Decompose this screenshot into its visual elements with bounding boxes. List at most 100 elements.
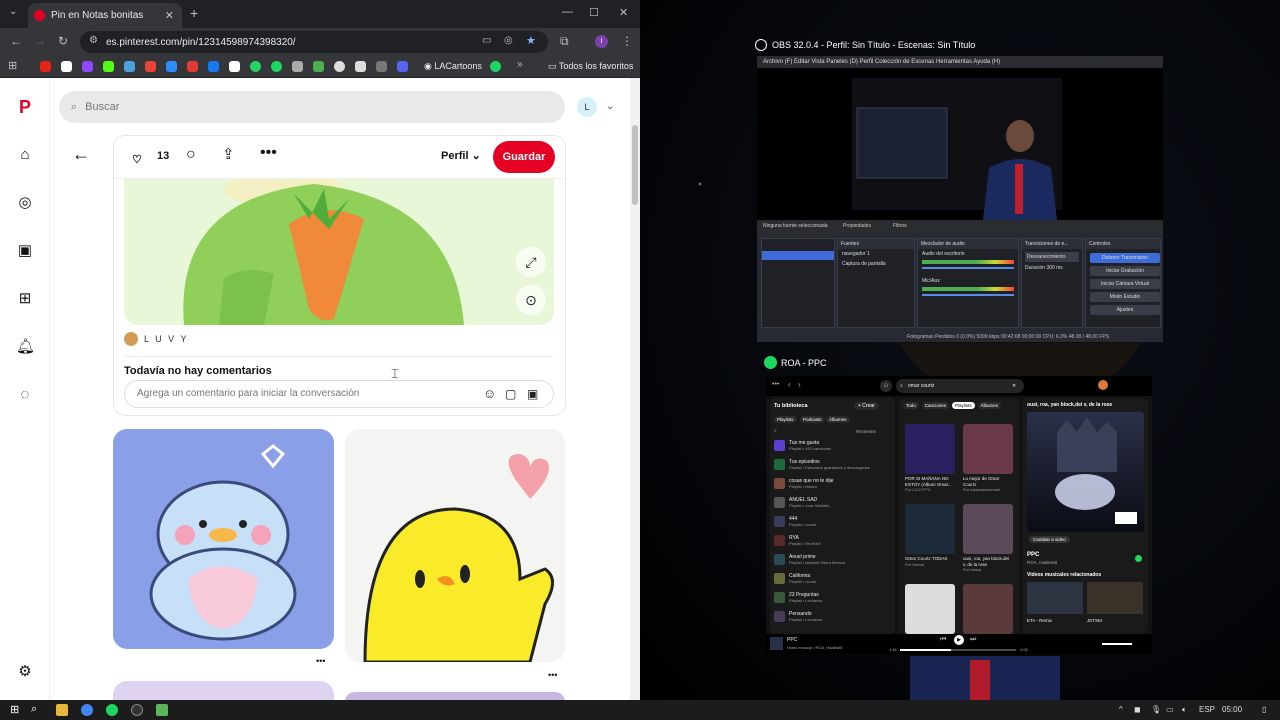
new-tab-icon[interactable]: +: [190, 5, 198, 21]
tiktok-bookmark-icon[interactable]: [229, 61, 240, 72]
clock[interactable]: 05:00: [1222, 705, 1242, 714]
tray-app-icon[interactable]: ◼: [1134, 705, 1141, 714]
tray-overflow-icon[interactable]: ^: [1119, 705, 1123, 714]
results-tab[interactable]: Canciones: [921, 402, 950, 409]
start-recording-button[interactable]: Iniciar Grabación: [1090, 266, 1160, 276]
comment-icon[interactable]: ○: [186, 146, 196, 164]
account-chevron-icon[interactable]: ⌄: [606, 101, 614, 112]
spotify-bookmark-icon[interactable]: [271, 61, 282, 72]
spotify-taskbar-icon[interactable]: [106, 704, 118, 716]
sticker-icon[interactable]: ▢: [505, 381, 516, 407]
bookmark-icon[interactable]: [376, 61, 387, 72]
obs-preview[interactable]: [757, 68, 1163, 220]
related-pin-chick[interactable]: [345, 429, 565, 662]
scene-item[interactable]: [762, 262, 834, 271]
youtube-bookmark-icon[interactable]: [40, 61, 51, 72]
related-pin-penguin[interactable]: [113, 429, 334, 649]
related-pin[interactable]: [113, 681, 334, 700]
volume-slider[interactable]: [922, 267, 1014, 269]
emoji-icon[interactable]: ☺: [483, 381, 496, 407]
file-explorer-icon[interactable]: [56, 704, 68, 716]
playlist-card[interactable]: Lo mejor de Omar Courtz Por lukasdavimema…: [963, 424, 1013, 492]
filter-chip[interactable]: Podcasts: [800, 416, 825, 423]
bookmark-icon[interactable]: [355, 61, 366, 72]
library-item[interactable]: cosas que no te dije Playlist • Maxzo: [774, 478, 833, 489]
whatsapp-bookmark-icon[interactable]: [250, 61, 261, 72]
tab-active[interactable]: Pin en Notas bonitas ✕: [28, 3, 182, 28]
saved-check-icon[interactable]: [1135, 555, 1142, 562]
bookmark-icon[interactable]: [166, 61, 177, 72]
pinterest-logo-icon[interactable]: P: [16, 98, 34, 116]
avatar[interactable]: L: [577, 97, 597, 117]
virtual-camera-button[interactable]: Iniciar Cámara Virtual: [1090, 279, 1160, 289]
like-heart-icon[interactable]: ♡: [132, 153, 142, 166]
creator[interactable]: L U V Y: [124, 332, 189, 346]
start-windows-icon[interactable]: ⊞: [10, 703, 19, 716]
scrollbar-thumb[interactable]: [632, 125, 638, 205]
microphone-icon[interactable]: 🎙︎: [1151, 705, 1161, 714]
playlist-card[interactable]: [963, 584, 1013, 636]
explore-icon[interactable]: ◎: [16, 194, 34, 212]
related-video-thumb[interactable]: [1027, 582, 1083, 614]
switch-to-video-button[interactable]: Cambiar a video: [1029, 536, 1070, 543]
library-item[interactable]: 444 Playlist • ocean: [774, 516, 816, 527]
apps-icon[interactable]: ⊞: [8, 59, 17, 72]
notifications-icon[interactable]: 🔔︎: [16, 338, 35, 356]
volume-slider[interactable]: [1102, 643, 1132, 645]
sort-label[interactable]: Recientes: [856, 429, 876, 434]
spotify-search-input[interactable]: ⌕ omar courtz ✕: [896, 379, 1024, 393]
library-item[interactable]: Tus me gusta Playlist • 493 canciones: [774, 440, 831, 451]
user-avatar[interactable]: [1098, 380, 1108, 390]
volume-slider[interactable]: [922, 294, 1014, 296]
library-item[interactable]: Anuel prime Playlist • Isabella Sierra At…: [774, 554, 845, 565]
pin-more-icon[interactable]: •••: [316, 656, 325, 666]
play-pause-icon[interactable]: ▶: [954, 635, 964, 645]
stop-stream-button[interactable]: Detener Transmisión: [1090, 253, 1160, 263]
messages-icon[interactable]: ◌: [16, 386, 34, 404]
window-close-icon[interactable]: ✕: [619, 6, 628, 19]
bookmark-icon[interactable]: [124, 61, 135, 72]
create-icon[interactable]: ⊞: [16, 290, 34, 308]
tab-close-icon[interactable]: ✕: [165, 9, 174, 22]
library-item[interactable]: 23 Preguntas Playlist • Lechavez: [774, 592, 822, 603]
scene-item-selected[interactable]: [762, 251, 834, 260]
next-icon[interactable]: ⏭: [970, 636, 976, 644]
url-field[interactable]: ⚙ es.pinterest.com/pin/12314598974398320…: [80, 31, 548, 53]
save-button[interactable]: Guardar: [493, 141, 555, 173]
network-icon[interactable]: ▭: [1166, 705, 1174, 714]
progress-track[interactable]: [900, 649, 1016, 651]
tracking-icon[interactable]: ◎: [504, 35, 513, 46]
comment-input[interactable]: Agrega un comentario para iniciar la con…: [124, 380, 554, 408]
notification-icon[interactable]: ▯: [1262, 705, 1266, 714]
lacartoons-bookmark[interactable]: ◉ LACartoons: [424, 61, 482, 72]
visual-search-icon[interactable]: ⊙: [516, 285, 546, 315]
volume-icon[interactable]: 🔈︎: [1182, 705, 1187, 715]
twitch-bookmark-icon[interactable]: [82, 61, 93, 72]
more-options-icon[interactable]: •••: [260, 144, 277, 162]
results-tab[interactable]: Todo: [903, 402, 919, 409]
all-bookmarks[interactable]: ▭ Todos los favoritos: [548, 61, 633, 72]
bookmark-icon[interactable]: [313, 61, 324, 72]
reload-icon[interactable]: ↻: [58, 34, 68, 48]
properties-button[interactable]: Propiedades: [843, 223, 871, 229]
home-icon[interactable]: ⌂: [16, 146, 34, 164]
settings-icon[interactable]: ⚙: [16, 663, 34, 681]
minimize-icon[interactable]: —: [562, 6, 573, 18]
clear-search-icon[interactable]: ✕: [1012, 379, 1016, 393]
back-icon[interactable]: ←: [10, 34, 22, 48]
kick-bookmark-icon[interactable]: [103, 61, 114, 72]
back-arrow-icon[interactable]: ←: [72, 144, 90, 165]
boards-icon[interactable]: ▣: [16, 242, 34, 260]
profile-icon[interactable]: I: [595, 35, 608, 48]
filter-chip[interactable]: Playlists: [774, 416, 797, 423]
related-video-title[interactable]: JETSKI: [1087, 618, 1102, 623]
search-input[interactable]: ⌕ Buscar: [59, 91, 565, 123]
discord-bookmark-icon[interactable]: [397, 61, 408, 72]
related-video-thumb[interactable]: [1087, 582, 1143, 614]
previous-icon[interactable]: ⏮: [940, 636, 946, 644]
back-icon[interactable]: ‹: [788, 380, 791, 389]
library-search-icon[interactable]: ⌕: [774, 428, 777, 434]
tab-search-icon[interactable]: ⌄: [9, 6, 17, 17]
share-icon[interactable]: ⇪: [222, 145, 235, 163]
extensions-icon[interactable]: ⧉: [560, 34, 569, 49]
